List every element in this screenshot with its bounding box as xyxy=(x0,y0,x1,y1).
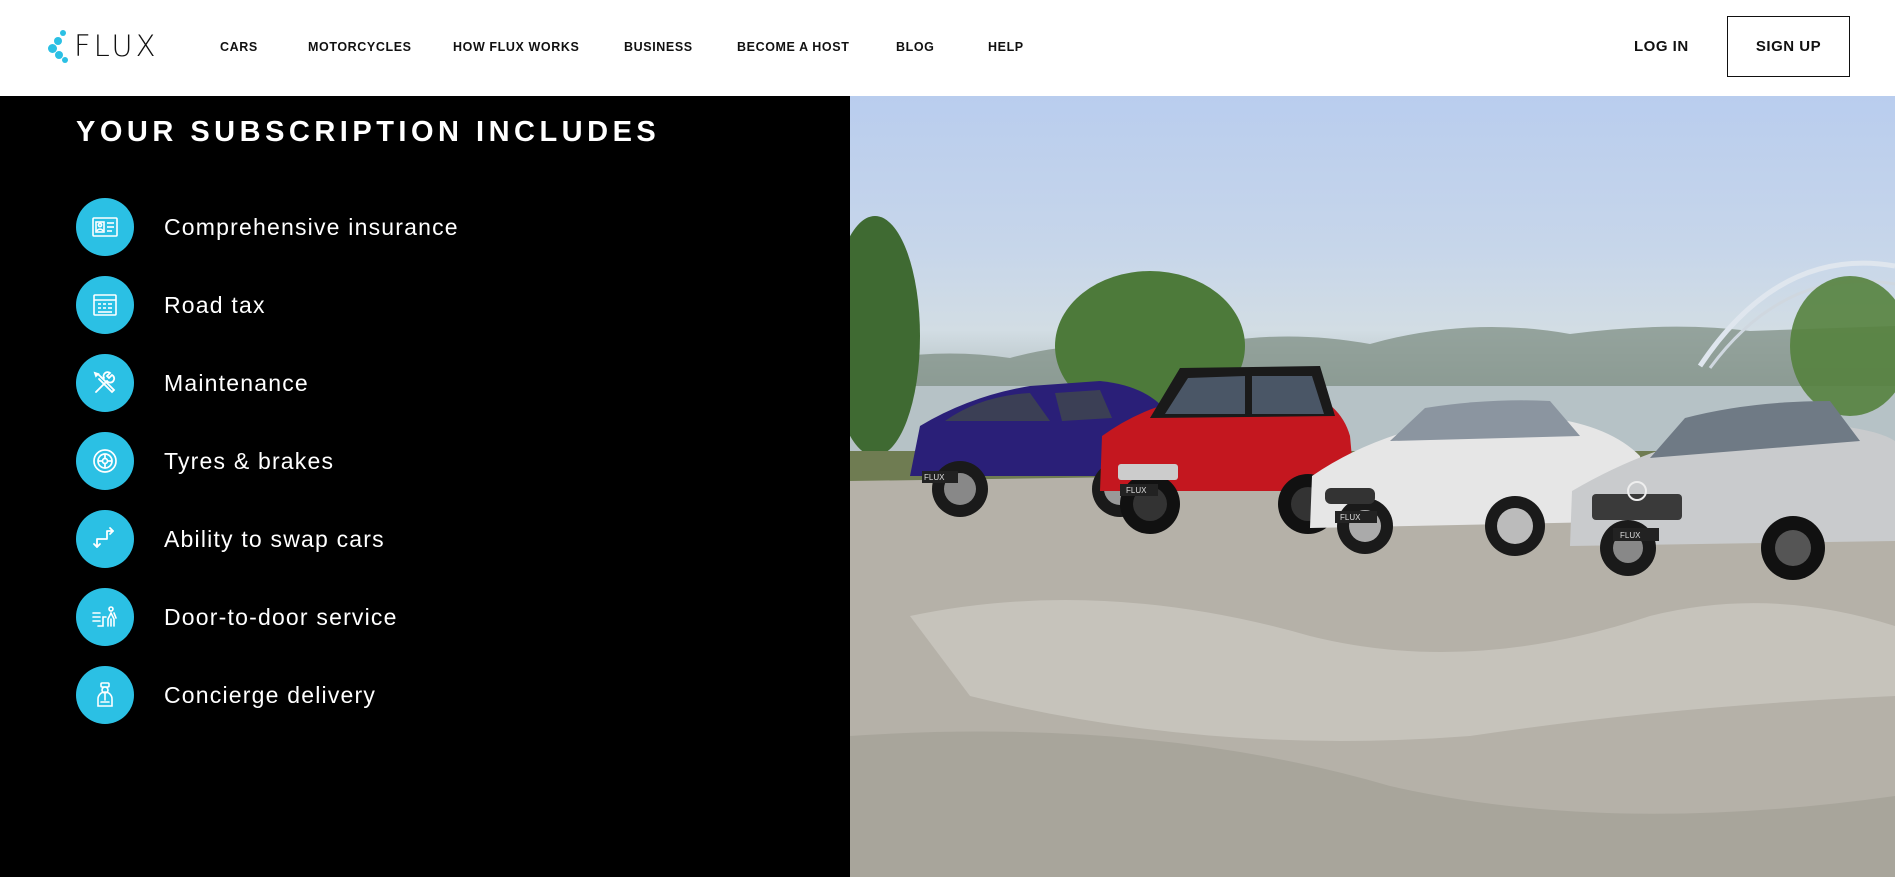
nav-help[interactable]: HELP xyxy=(988,40,1024,54)
subscription-panel: YOUR SUBSCRIPTION INCLUDES Comprehensive… xyxy=(0,96,850,877)
plate-text: FLUX xyxy=(1126,486,1147,495)
feature-label: Ability to swap cars xyxy=(164,525,385,552)
insurance-card-icon xyxy=(76,198,134,256)
site-header: FLUX CARS MOTORCYCLES HOW FLUX WORKS BUS… xyxy=(0,0,1895,96)
feature-label: Comprehensive insurance xyxy=(164,213,459,240)
plate-text: FLUX xyxy=(924,473,945,482)
feature-item: Comprehensive insurance xyxy=(76,198,459,256)
feature-label: Tyres & brakes xyxy=(164,447,335,474)
feature-item: Tyres & brakes xyxy=(76,432,334,490)
nav-blog[interactable]: BLOG xyxy=(896,40,935,54)
logo-text: FLUX xyxy=(74,29,159,63)
login-link[interactable]: LOG IN xyxy=(1634,38,1689,55)
plate-text: FLUX xyxy=(1620,531,1641,540)
wrench-screwdriver-icon xyxy=(76,354,134,412)
feature-label: Door-to-door service xyxy=(164,603,398,630)
feature-label: Concierge delivery xyxy=(164,681,377,708)
swap-arrows-icon xyxy=(76,510,134,568)
hero-cars-image: FLUX FLUX FLUX FLUX xyxy=(850,96,1895,877)
feature-item: Ability to swap cars xyxy=(76,510,385,568)
flux-logo-mark-icon xyxy=(46,28,72,64)
feature-item: Concierge delivery xyxy=(76,666,376,724)
plate-text: FLUX xyxy=(1340,513,1361,522)
nav-become-a-host[interactable]: BECOME A HOST xyxy=(737,40,849,54)
feature-label: Maintenance xyxy=(164,369,309,396)
door-to-door-icon xyxy=(76,588,134,646)
nav-cars[interactable]: CARS xyxy=(220,40,258,54)
nav-motorcycles[interactable]: MOTORCYCLES xyxy=(308,40,412,54)
cars-illustration: FLUX FLUX FLUX FLUX xyxy=(850,216,1895,877)
feature-item: Maintenance xyxy=(76,354,309,412)
feature-label: Road tax xyxy=(164,291,266,318)
signup-button[interactable]: SIGN UP xyxy=(1727,16,1850,77)
feature-item: Door-to-door service xyxy=(76,588,398,646)
nav-business[interactable]: BUSINESS xyxy=(624,40,693,54)
section-title: YOUR SUBSCRIPTION INCLUDES xyxy=(76,116,661,148)
flux-logo[interactable]: FLUX xyxy=(46,28,159,64)
nav-how-flux-works[interactable]: HOW FLUX WORKS xyxy=(453,40,579,54)
feature-item: Road tax xyxy=(76,276,266,334)
concierge-icon xyxy=(76,666,134,724)
road-tax-document-icon xyxy=(76,276,134,334)
tyre-icon xyxy=(76,432,134,490)
